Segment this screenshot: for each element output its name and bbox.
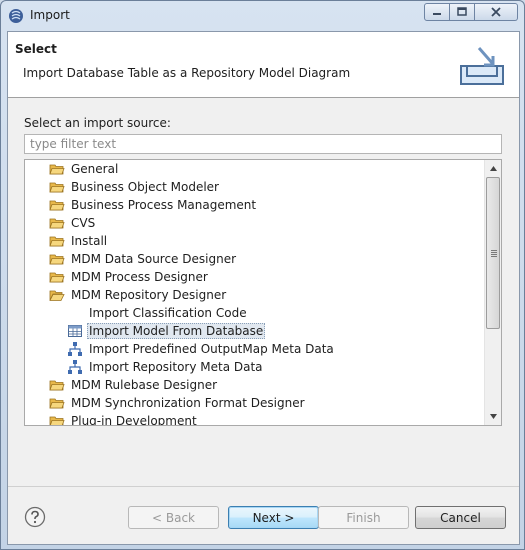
cancel-button[interactable]: Cancel <box>415 506 506 529</box>
tree-item-label: Import Predefined OutputMap Meta Data <box>89 342 334 356</box>
tree-item[interactable]: Import Classification Code <box>87 304 249 322</box>
tree-item[interactable]: Business Object Modeler <box>49 178 221 196</box>
tree-item[interactable]: MDM Data Source Designer <box>49 250 238 268</box>
folder-icon <box>49 413 65 425</box>
eclipse-app-icon <box>9 9 23 23</box>
folder-icon <box>49 215 65 231</box>
tree-item-label: MDM Rulebase Designer <box>71 378 218 392</box>
dialog-body: Select Import Database Table as a Reposi… <box>7 31 520 545</box>
tree-item[interactable]: Install <box>49 232 109 250</box>
folder-open-icon <box>49 287 65 303</box>
tree-item-label: Install <box>71 234 108 248</box>
tree-item[interactable]: MDM Process Designer <box>49 268 210 286</box>
tree-item-label: Plug-in Development <box>71 414 197 426</box>
scroll-down-button[interactable] <box>485 408 501 425</box>
tree-item[interactable]: Import Repository Meta Data <box>67 358 265 376</box>
page-title: Select <box>15 42 57 56</box>
page-description: Import Database Table as a Repository Mo… <box>23 66 351 80</box>
folder-icon <box>49 233 65 249</box>
tree-item[interactable]: Import Model From Database <box>67 322 266 340</box>
folder-icon <box>49 161 65 177</box>
import-source-tree[interactable]: General Business Object Modeler Business P… <box>24 159 502 426</box>
hierarchy-icon <box>67 359 83 375</box>
tree-item[interactable]: Plug-in Development <box>49 412 199 426</box>
button-bar-separator <box>8 486 519 487</box>
import-banner-icon <box>460 47 504 85</box>
tree-vertical-scrollbar[interactable] <box>484 160 501 425</box>
maximize-button[interactable] <box>450 3 475 21</box>
tree-item[interactable]: Business Process Management <box>49 196 258 214</box>
maximize-icon <box>457 7 467 16</box>
chevron-down-icon <box>489 414 497 419</box>
minimize-button[interactable] <box>424 3 450 21</box>
tree-item-label: Import Model From Database <box>87 323 266 339</box>
tree-item[interactable]: MDM Synchronization Format Designer <box>49 394 307 412</box>
minimize-icon <box>433 13 441 15</box>
tree-item-label: Business Object Modeler <box>71 180 219 194</box>
tree-item-label: CVS <box>71 216 96 230</box>
tree-item-label: Business Process Management <box>71 198 257 212</box>
scroll-thumb[interactable] <box>486 177 500 329</box>
hierarchy-icon <box>67 341 83 357</box>
chevron-up-icon <box>489 166 497 171</box>
scroll-up-button[interactable] <box>485 160 501 177</box>
tree-item[interactable]: MDM Repository Designer <box>49 286 228 304</box>
finish-button[interactable]: Finish <box>318 506 409 529</box>
folder-icon <box>49 395 65 411</box>
tree-item[interactable]: MDM Rulebase Designer <box>49 376 219 394</box>
folder-icon <box>49 179 65 195</box>
tree-item[interactable]: General <box>49 160 120 178</box>
database-table-icon <box>67 323 83 339</box>
window-title: Import <box>30 8 70 22</box>
folder-icon <box>49 269 65 285</box>
tree-item-label: MDM Synchronization Format Designer <box>71 396 305 410</box>
filter-input[interactable] <box>24 134 502 154</box>
tree-item-label: MDM Repository Designer <box>71 288 227 302</box>
import-window: Import Select Import Database Table as a… <box>0 0 525 550</box>
tree-item-label: MDM Data Source Designer <box>71 252 237 266</box>
folder-icon <box>49 251 65 267</box>
back-button[interactable]: < Back <box>128 506 219 529</box>
help-icon[interactable] <box>24 506 46 528</box>
tree-item[interactable]: Import Predefined OutputMap Meta Data <box>67 340 336 358</box>
tree-item-label: Import Repository Meta Data <box>89 360 263 374</box>
import-source-label: Select an import source: <box>24 116 171 130</box>
close-icon <box>491 7 501 17</box>
close-window-button[interactable] <box>475 3 518 21</box>
tree-item-label: Import Classification Code <box>89 306 247 320</box>
next-button[interactable]: Next > <box>228 506 319 529</box>
scroll-grip-icon <box>491 250 497 258</box>
folder-icon <box>49 197 65 213</box>
tree-item[interactable]: CVS <box>49 214 97 232</box>
tree-item-label: MDM Process Designer <box>71 270 208 284</box>
title-bar[interactable]: Import <box>1 1 524 31</box>
tree-item-label: General <box>71 162 119 176</box>
folder-icon <box>49 377 65 393</box>
wizard-header: Select Import Database Table as a Reposi… <box>8 32 519 98</box>
